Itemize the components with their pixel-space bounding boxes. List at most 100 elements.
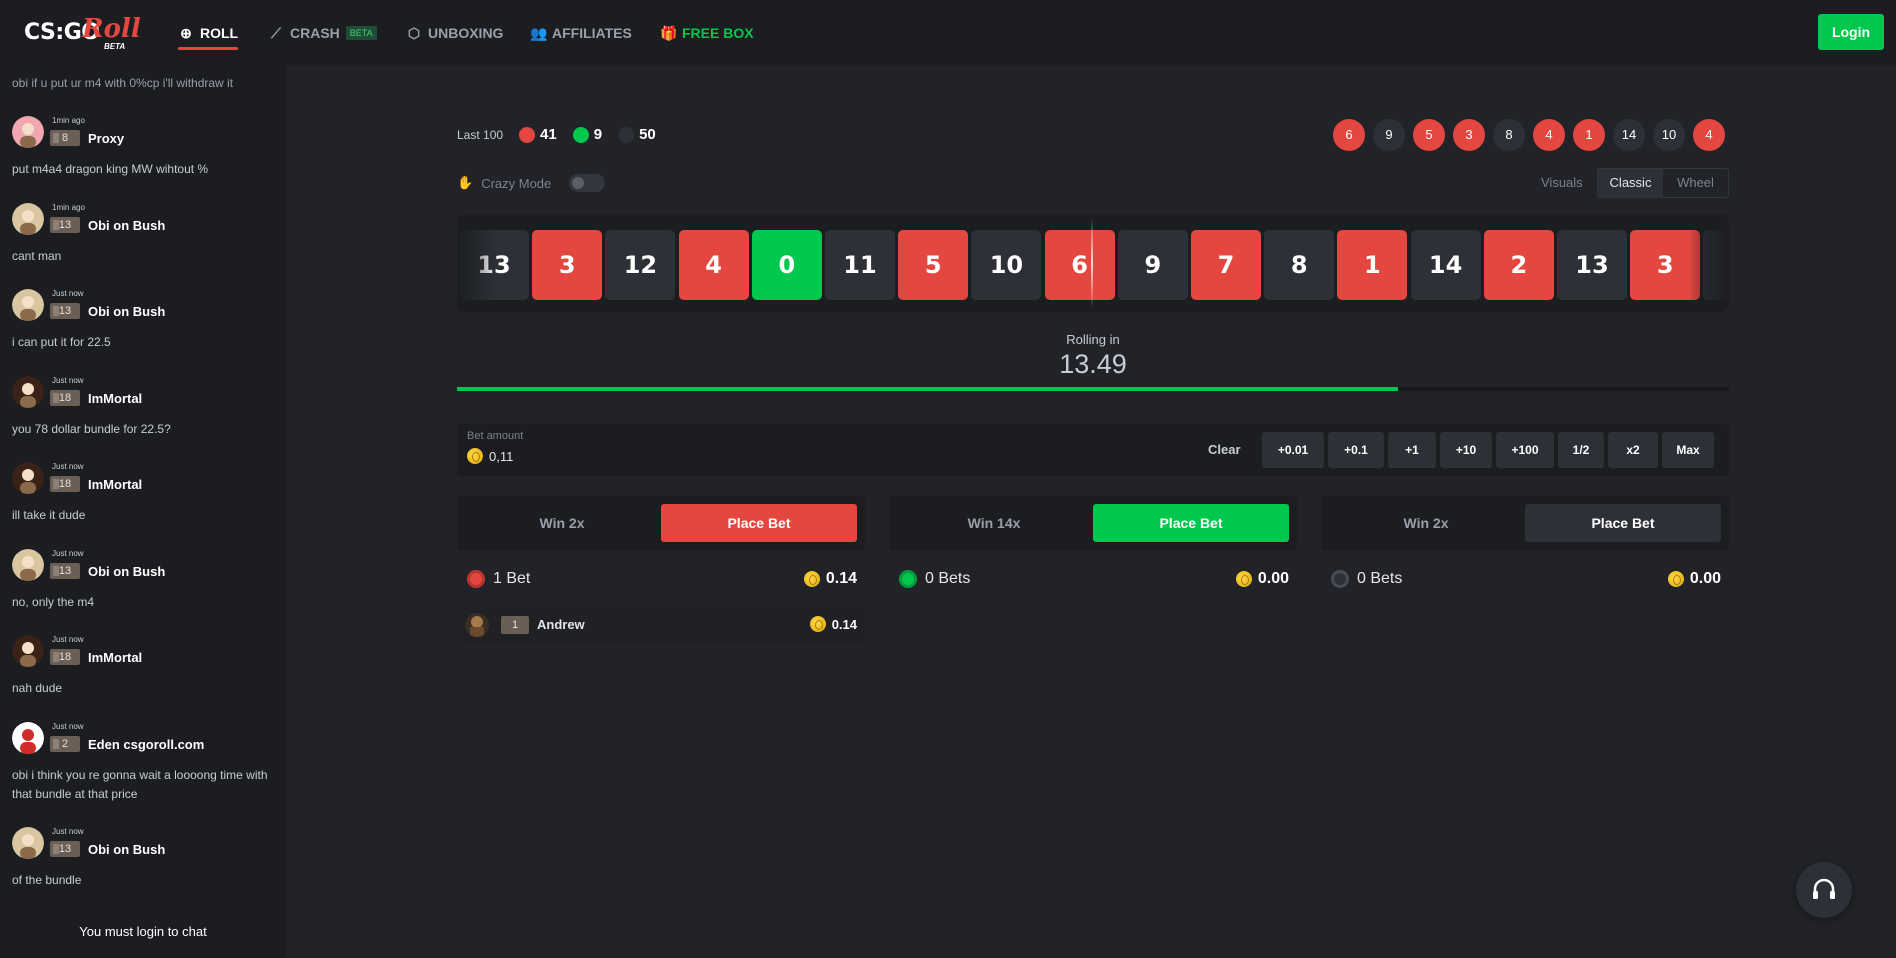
history-ball: 14 bbox=[1613, 119, 1645, 151]
bet-count-value: 0 Bets bbox=[925, 570, 971, 587]
bet-increment-button[interactable]: Max bbox=[1662, 432, 1714, 468]
chat-avatar[interactable] bbox=[12, 462, 44, 494]
red-count: 41 bbox=[519, 126, 557, 143]
bet-increment-buttons: +0.01 +0.1 +1 +10 +100 1/2 x2 Max bbox=[1262, 432, 1714, 468]
chat-avatar[interactable] bbox=[12, 289, 44, 321]
chat-login-prompt[interactable]: You must login to chat bbox=[0, 924, 286, 939]
bettor-avatar bbox=[465, 613, 489, 637]
site-logo[interactable]: CS:GO Roll BETA bbox=[24, 14, 141, 52]
bet-count: 0 Bets bbox=[899, 570, 970, 588]
nav-affiliates-label: AFFILIATES bbox=[552, 25, 632, 41]
bet-amount-label: Bet amount bbox=[467, 430, 524, 442]
place-bet-button[interactable]: Place Bet bbox=[1525, 504, 1721, 542]
roulette-tile: 8 bbox=[1264, 230, 1335, 300]
place-bet-button[interactable]: Place Bet bbox=[1093, 504, 1289, 542]
roulette-tile: 11 bbox=[825, 230, 895, 300]
chat-username[interactable]: ImMortal bbox=[88, 650, 142, 665]
bet-summary: 0 Bets 0.00 bbox=[1321, 566, 1729, 592]
roulette-icon: ⊕ bbox=[180, 24, 192, 41]
bet-total: 0.00 bbox=[1235, 570, 1289, 588]
chat-avatar[interactable] bbox=[12, 827, 44, 859]
chat-level-badge: 18 bbox=[50, 389, 80, 406]
chat-level-badge: 8 bbox=[50, 130, 80, 146]
bet-amount-input[interactable]: 0,11 bbox=[467, 448, 513, 464]
clear-button[interactable]: Clear bbox=[1208, 442, 1241, 457]
roulette-tile: 12 bbox=[605, 230, 676, 300]
chat-username[interactable]: Obi on Bush bbox=[88, 218, 165, 233]
chat-avatar[interactable] bbox=[12, 116, 44, 148]
chat-username[interactable]: Obi on Bush bbox=[88, 842, 165, 857]
chat-timestamp: Just now bbox=[52, 462, 84, 471]
visuals-label: Visuals bbox=[1541, 175, 1583, 190]
chat-level-badge: 18 bbox=[50, 476, 80, 492]
nav-unboxing[interactable]: ⬡ UNBOXING bbox=[406, 0, 504, 66]
visuals-classic[interactable]: Classic bbox=[1598, 169, 1663, 197]
visuals-switch: Classic Wheel bbox=[1597, 168, 1729, 198]
place-bet-button[interactable]: Place Bet bbox=[661, 504, 857, 542]
bet-total: 0.00 bbox=[1667, 570, 1721, 588]
chat-avatar[interactable] bbox=[12, 635, 44, 667]
chat-avatar[interactable] bbox=[12, 721, 44, 754]
nav-free-box[interactable]: 🎁 FREE BOX bbox=[660, 0, 754, 66]
bet-increment-button[interactable]: +1 bbox=[1388, 432, 1436, 468]
chat-username[interactable]: Eden csgoroll.com bbox=[88, 737, 204, 752]
coin-icon bbox=[1235, 571, 1252, 587]
crazy-mode-toggle[interactable] bbox=[569, 174, 606, 192]
green-count: 9 bbox=[572, 126, 602, 143]
nav-free-box-label: FREE BOX bbox=[682, 25, 754, 41]
crazy-mode-label: Crazy Mode bbox=[481, 175, 552, 191]
roulette-tile: 13 bbox=[1557, 230, 1627, 300]
roulette-tile: 14 bbox=[1410, 230, 1481, 300]
visuals-wheel[interactable]: Wheel bbox=[1663, 169, 1728, 197]
bettor-amount: 0.14 bbox=[809, 616, 857, 632]
chat-timestamp: 1min ago bbox=[52, 116, 85, 125]
chat-username[interactable]: ImMortal bbox=[88, 477, 142, 492]
chat-level-badge: 2 bbox=[50, 735, 80, 752]
chat-text: i can put it for 22.5 bbox=[12, 335, 111, 349]
roll-progress-fill bbox=[457, 387, 1399, 391]
roulette-tile: 1 bbox=[1337, 230, 1408, 300]
nav-roll[interactable]: ⊕ ROLL bbox=[178, 0, 239, 66]
win-multiplier: Win 14x bbox=[967, 515, 1021, 531]
bettor-name[interactable]: Andrew bbox=[537, 617, 585, 632]
chat-avatar[interactable] bbox=[12, 202, 44, 235]
roll-progress-bar bbox=[457, 387, 1729, 391]
chat-level-badge: 13 bbox=[50, 303, 80, 319]
roulette-tile: 5 bbox=[898, 230, 969, 300]
bet-increment-button[interactable]: +0.1 bbox=[1328, 432, 1384, 468]
chat-username[interactable]: Obi on Bush bbox=[88, 564, 165, 579]
bet-increment-button[interactable]: x2 bbox=[1608, 432, 1658, 468]
crazy-mode-icon: ✋ bbox=[457, 175, 474, 190]
chat-level-badge: 18 bbox=[50, 649, 80, 665]
nav-crash[interactable]: ⟋ CRASH BETA bbox=[268, 0, 377, 66]
strip-fade-left bbox=[457, 214, 497, 312]
chat-avatar[interactable] bbox=[12, 548, 44, 581]
chat-username[interactable]: ImMortal bbox=[88, 391, 142, 406]
history-ball: 4 bbox=[1533, 119, 1565, 151]
crazy-mode: ✋ Crazy Mode bbox=[457, 174, 606, 192]
chat-timestamp: Just now bbox=[52, 827, 84, 836]
bet-increment-button[interactable]: +100 bbox=[1496, 432, 1554, 468]
nav-affiliates[interactable]: 👥 AFFILIATES bbox=[530, 0, 632, 66]
history-ball: 1 bbox=[1573, 119, 1605, 151]
login-button[interactable]: Login bbox=[1818, 14, 1884, 50]
bet-increment-button[interactable]: 1/2 bbox=[1558, 432, 1604, 468]
win-multiplier: Win 2x bbox=[1403, 515, 1449, 531]
support-button[interactable] bbox=[1796, 862, 1852, 918]
bet-increment-button[interactable]: +0.01 bbox=[1262, 432, 1324, 468]
color-dot-icon bbox=[467, 570, 485, 588]
bet-panel: Win 2x Place Bet bbox=[457, 496, 865, 550]
chat-avatar[interactable] bbox=[12, 375, 44, 408]
bet-total-value: 0.00 bbox=[1689, 570, 1721, 587]
strip-fade-right bbox=[1689, 214, 1729, 312]
bet-summary: 0 Bets 0.00 bbox=[889, 566, 1297, 592]
chat-text: ill take it dude bbox=[12, 508, 86, 522]
chat-username[interactable]: Obi on Bush bbox=[88, 304, 165, 319]
bet-count-value: 1 Bet bbox=[493, 570, 531, 587]
coin-icon bbox=[1667, 571, 1684, 587]
bet-total-value: 0.00 bbox=[1257, 570, 1289, 587]
roulette-tile: 9 bbox=[1117, 230, 1188, 300]
history-ball: 6 bbox=[1333, 119, 1365, 151]
bet-increment-button[interactable]: +10 bbox=[1440, 432, 1492, 468]
chat-username[interactable]: Proxy bbox=[88, 131, 124, 146]
